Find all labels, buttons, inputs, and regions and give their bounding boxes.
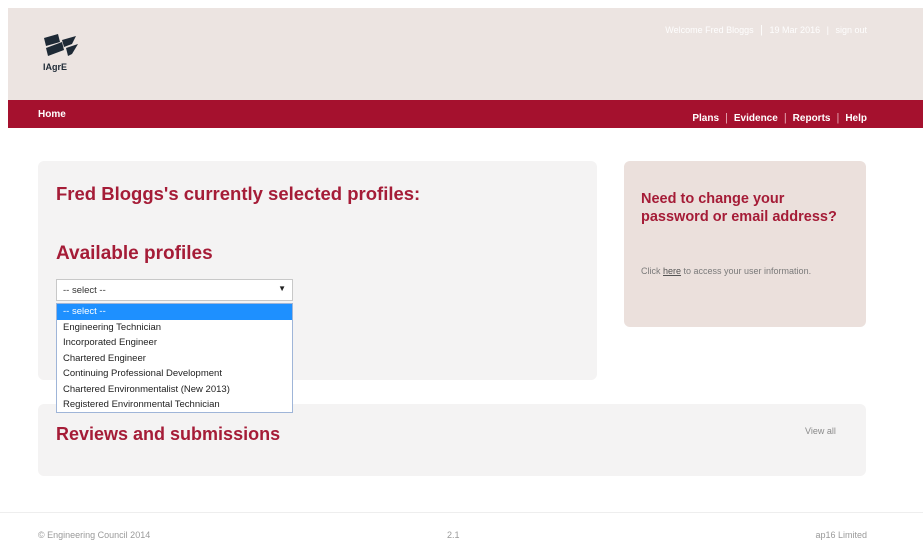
available-profiles-heading: Available profiles [56,243,213,264]
view-all-link[interactable]: View all [805,426,836,436]
nav-help-link[interactable]: Help [845,113,867,124]
profile-select-value: -- select -- [63,285,106,296]
profile-option[interactable]: -- select -- [57,304,292,320]
site-header: IAgrE Welcome Fred Bloggs | 19 Mar 2016 … [8,8,923,100]
logo-mark-icon [44,34,78,56]
profile-option[interactable]: Continuing Professional Development [57,366,292,382]
nav-evidence-link[interactable]: Evidence [734,113,778,124]
nav-plans-link[interactable]: Plans [692,113,719,124]
user-bar: Welcome Fred Bloggs | 19 Mar 2016 | sign… [665,24,867,36]
account-panel [624,161,866,327]
profile-option[interactable]: Chartered Environmentalist (New 2013) [57,382,292,398]
dropdown-arrow-icon: ▼ [278,284,286,293]
profile-option[interactable]: Engineering Technician [57,320,292,336]
footer-copyright: © Engineering Council 2014 [38,530,151,540]
nav-right-links: Plans | Evidence | Reports | Help [692,112,867,124]
footer-version: 2.1 [447,530,460,540]
account-help-text: Click here to access your user informati… [641,266,841,277]
profile-option[interactable]: Chartered Engineer [57,351,292,367]
current-date: 19 Mar 2016 [769,25,821,35]
footer-divider [0,512,923,513]
reviews-heading: Reviews and submissions [56,424,281,444]
selected-profiles-heading: Fred Bloggs's currently selected profile… [56,183,421,204]
profile-dropdown-list: -- select -- Engineering Technician Inco… [56,303,293,413]
profile-option[interactable]: Incorporated Engineer [57,335,292,351]
nav-home-link[interactable]: Home [38,109,66,120]
iagre-logo[interactable]: IAgrE [42,32,82,74]
logo-text: IAgrE [43,62,68,72]
main-nav: Home Plans | Evidence | Reports | Help [8,100,923,128]
sign-out-link[interactable]: sign out [835,25,867,35]
account-text-suffix: to access your user information. [681,266,812,276]
account-heading: Need to change your password or email ad… [641,191,837,225]
account-text-prefix: Click [641,266,663,276]
nav-reports-link[interactable]: Reports [793,113,831,124]
footer-vendor: ap16 Limited [815,530,867,540]
account-here-link[interactable]: here [663,266,681,276]
profile-select[interactable]: -- select -- ▼ [56,279,293,301]
welcome-text: Welcome Fred Bloggs [665,25,754,35]
profile-option[interactable]: Registered Environmental Technician [57,397,292,413]
